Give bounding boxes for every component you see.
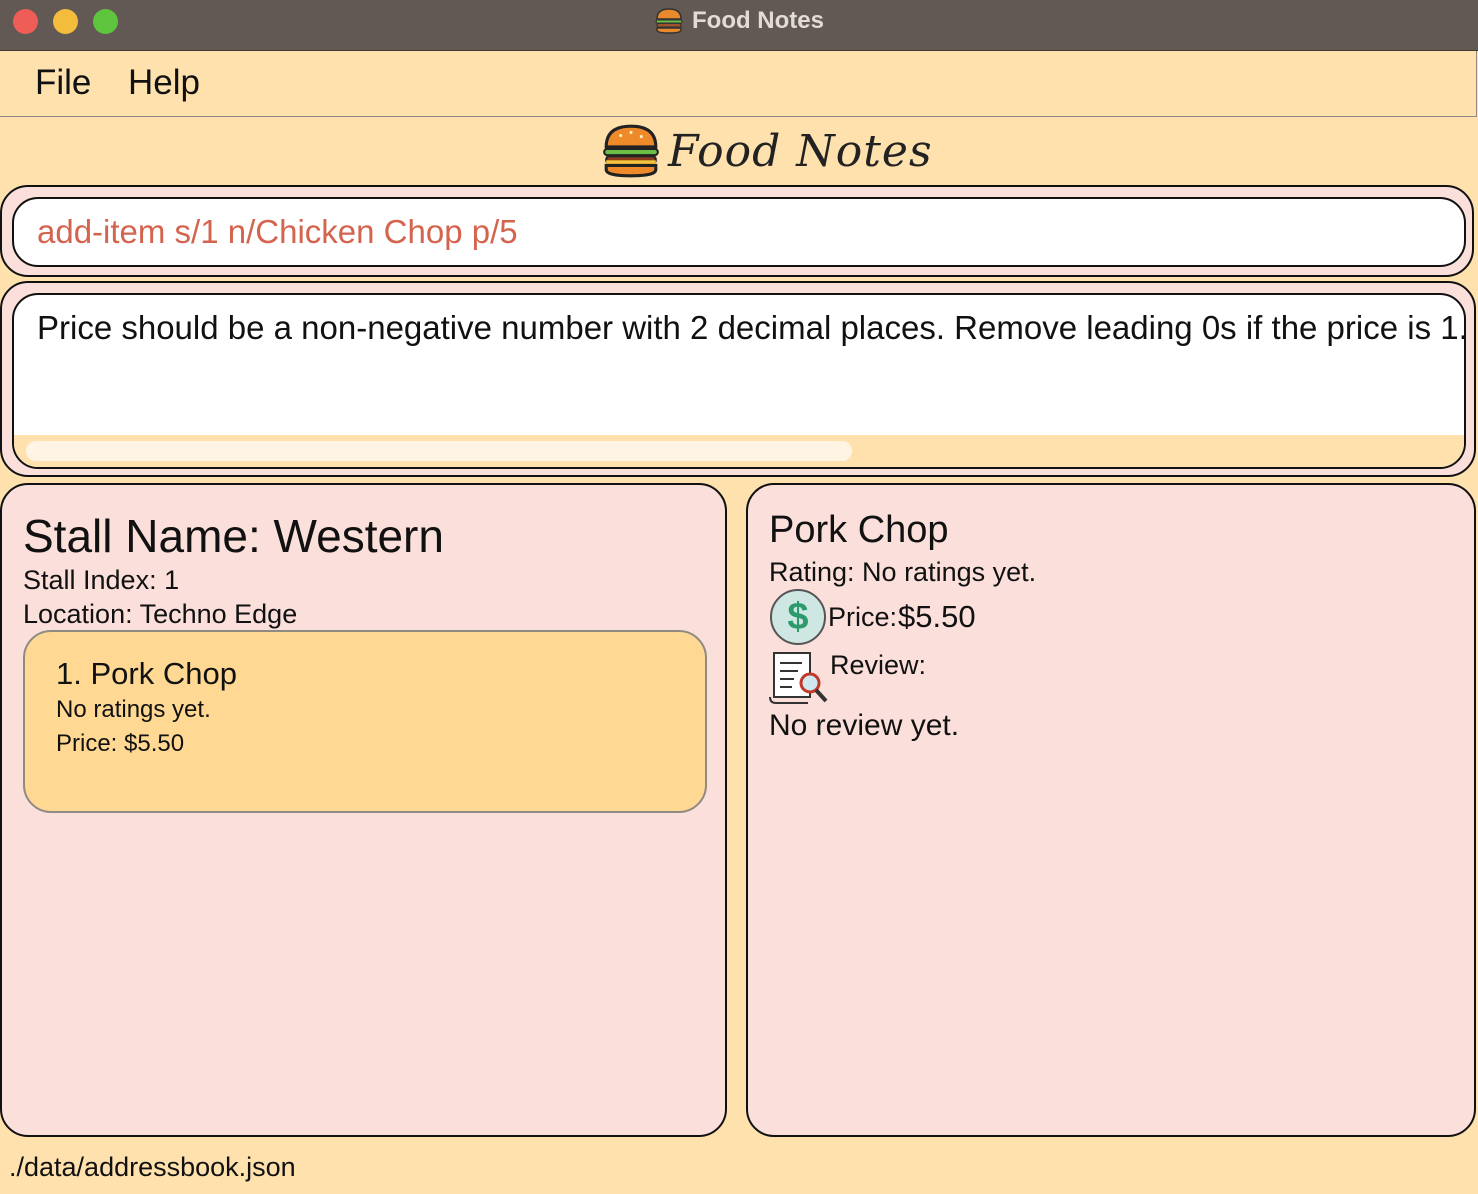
detail-price-label: Price: <box>828 602 898 632</box>
dollar-coin-icon: $ <box>770 589 826 645</box>
review-document-icon <box>769 652 828 704</box>
detail-rating: Rating: No ratings yet. <box>769 557 1037 587</box>
window-title: Food Notes <box>692 7 824 34</box>
result-message: Price should be a non-negative number wi… <box>37 309 1466 346</box>
command-input[interactable]: add-item s/1 n/Chicken Chop p/5 <box>12 197 1466 267</box>
result-panel: Price should be a non-negative number wi… <box>0 281 1476 477</box>
menu-item-title: 1. Pork Chop <box>56 656 237 691</box>
burger-icon <box>603 124 659 178</box>
window-titlebar: Food Notes <box>0 0 1478 51</box>
app-logo-text: Food Notes <box>668 125 933 177</box>
stall-name: Stall Name: Western <box>23 510 444 562</box>
menu-help[interactable]: Help <box>128 63 200 103</box>
status-file-path: ./data/addressbook.json <box>9 1152 296 1182</box>
menu-item-rating: No ratings yet. <box>56 696 211 723</box>
detail-review-text: No review yet. <box>769 709 960 742</box>
menu-item-card[interactable]: 1. Pork Chop No ratings yet. Price: $5.5… <box>23 630 707 813</box>
detail-review-label: Review: <box>830 650 927 680</box>
stall-panel: Stall Name: Western Stall Index: 1 Locat… <box>0 483 727 1137</box>
app-brand: Food Notes <box>600 120 933 182</box>
burger-icon <box>655 8 683 34</box>
detail-price-value: $5.50 <box>898 599 976 634</box>
stall-index: Stall Index: 1 <box>23 565 180 595</box>
menu-item-price: Price: $5.50 <box>56 730 185 757</box>
stall-location: Location: Techno Edge <box>23 599 298 629</box>
menu-file[interactable]: File <box>35 63 91 103</box>
result-horizontal-scrollbar[interactable] <box>14 435 1464 467</box>
item-detail-panel: Pork Chop Rating: No ratings yet. $ Pric… <box>746 483 1476 1137</box>
result-display[interactable]: Price should be a non-negative number wi… <box>12 293 1466 469</box>
menu-bar: File Help <box>0 51 1477 117</box>
command-panel: add-item s/1 n/Chicken Chop p/5 <box>0 185 1474 277</box>
detail-item-name: Pork Chop <box>769 509 949 551</box>
scrollbar-thumb[interactable] <box>26 441 852 461</box>
window-title-area: Food Notes <box>0 0 1478 42</box>
